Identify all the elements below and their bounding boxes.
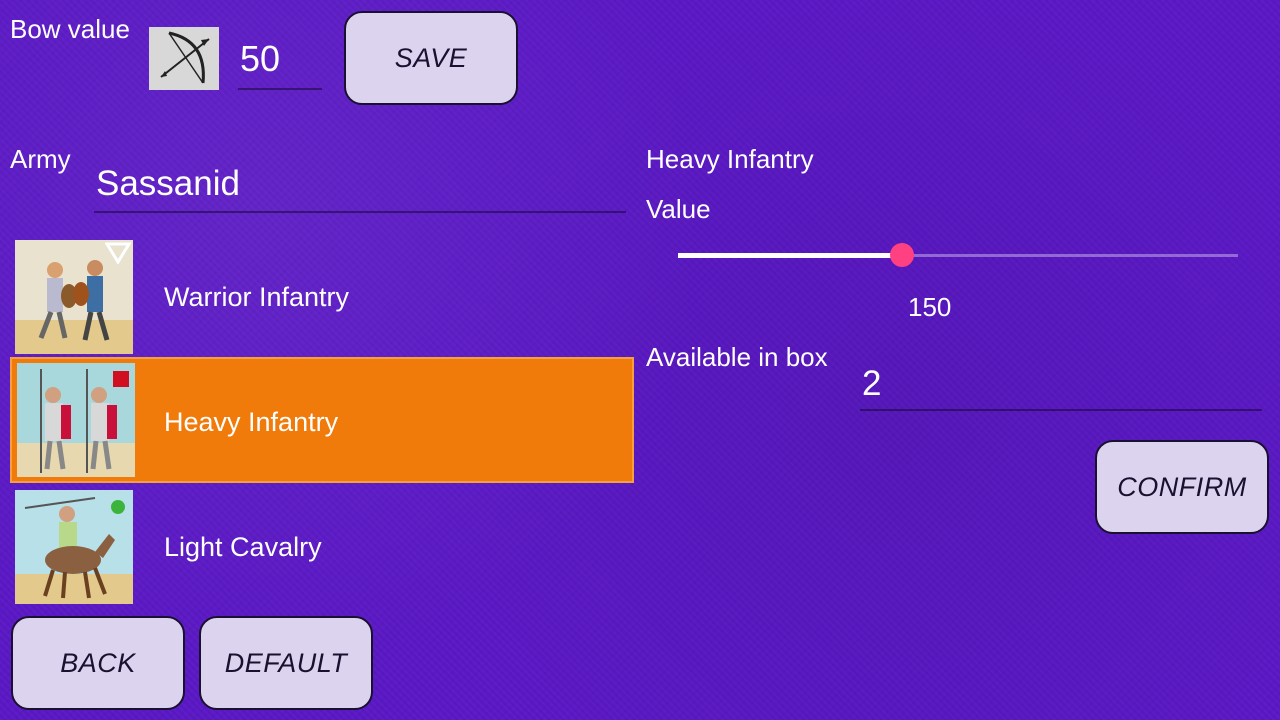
army-label: Army xyxy=(10,144,71,174)
bow-value-text: 50 xyxy=(240,38,281,79)
confirm-button[interactable]: CONFIRM xyxy=(1095,440,1269,534)
save-button[interactable]: SAVE xyxy=(344,11,518,105)
army-value: Sassanid xyxy=(96,164,240,203)
circle-marker-icon xyxy=(111,500,125,514)
slider-value: 150 xyxy=(908,292,952,322)
slider-fill xyxy=(678,253,902,258)
list-item-selected[interactable]: Heavy Infantry xyxy=(10,357,634,483)
value-label: Value xyxy=(646,194,711,224)
value-slider[interactable] xyxy=(678,240,1238,272)
light-cavalry-image xyxy=(15,490,133,604)
heavy-infantry-image xyxy=(17,363,135,477)
warrior-infantry-image xyxy=(15,240,133,354)
list-item[interactable]: Light Cavalry xyxy=(10,484,634,610)
list-item[interactable]: Warrior Infantry xyxy=(10,234,634,360)
available-value: 2 xyxy=(862,364,882,403)
square-marker-icon xyxy=(113,371,129,387)
bow-value-input[interactable]: 50 xyxy=(238,36,322,90)
unit-name: Warrior Infantry xyxy=(164,281,350,312)
slider-thumb[interactable] xyxy=(890,243,914,267)
bow-value-label: Bow value xyxy=(10,14,130,44)
available-input[interactable]: 2 xyxy=(860,360,1262,411)
available-label: Available in box xyxy=(646,342,828,372)
bow-icon xyxy=(149,27,219,90)
back-button[interactable]: BACK xyxy=(11,616,185,710)
triangle-marker-icon xyxy=(105,242,131,264)
detail-title: Heavy Infantry xyxy=(646,144,814,174)
unit-name: Light Cavalry xyxy=(164,531,322,562)
unit-name: Heavy Infantry xyxy=(164,406,339,437)
default-button[interactable]: DEFAULT xyxy=(199,616,373,710)
army-field[interactable]: Sassanid xyxy=(94,160,626,213)
